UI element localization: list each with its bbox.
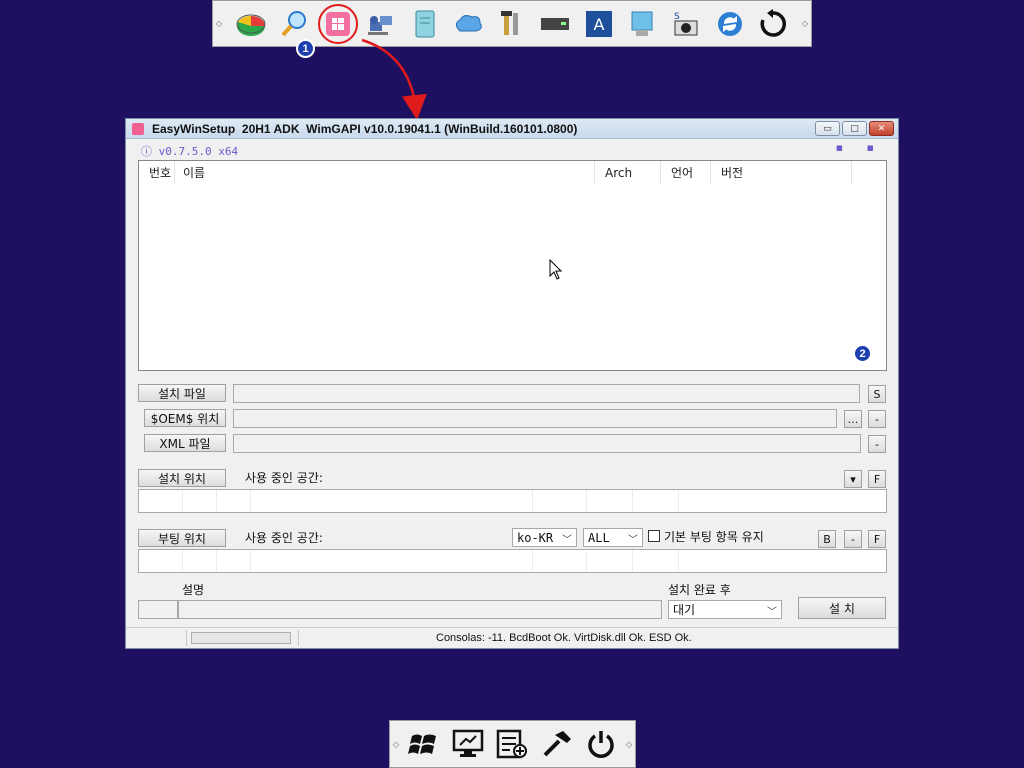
easywinsetup-window: EasyWinSetup 20H1 ADK WimGAPI v10.0.1904… <box>125 118 899 649</box>
chevron-down-icon: ﹀ <box>562 535 572 546</box>
window-title: EasyWinSetup 20H1 ADK WimGAPI v10.0.1904… <box>152 121 578 136</box>
status-bar: Consolas: -11. BcdBoot Ok. VirtDisk.dll … <box>126 627 898 648</box>
close-button[interactable]: ✕ <box>869 121 894 136</box>
col-version[interactable]: 버전 <box>711 161 852 184</box>
task-list-icon[interactable] <box>495 727 529 761</box>
all-select[interactable]: ALL ﹀ <box>583 528 643 547</box>
install-partition-grid[interactable] <box>138 489 887 513</box>
chevron-down-icon: ﹀ <box>767 607 777 618</box>
language-select[interactable]: ko-KR ﹀ <box>512 528 577 547</box>
col-arch[interactable]: Arch <box>595 161 661 184</box>
window-titlebar[interactable]: EasyWinSetup 20H1 ADK WimGAPI v10.0.1904… <box>126 119 898 139</box>
list-header: 번호 이름 Arch 언어 버전 <box>139 161 886 185</box>
install-button[interactable]: 설 치 <box>798 597 886 619</box>
maximize-button[interactable]: □ <box>842 121 867 136</box>
annotation-marker-2: 2 <box>853 344 872 363</box>
toolbar-grip-left[interactable]: ◇ <box>390 721 402 767</box>
install-location-f-button[interactable]: F <box>868 470 886 488</box>
boot-used-space-label: 사용 중인 공간: <box>245 531 323 545</box>
s-button[interactable]: S <box>868 385 886 403</box>
oem-remove-button[interactable]: - <box>868 410 886 428</box>
chevron-down-icon: ﹀ <box>628 535 638 546</box>
boot-b-button[interactable]: B <box>818 530 836 548</box>
progress-bar <box>191 632 291 644</box>
mouse-cursor-icon <box>549 259 563 280</box>
install-used-space-label: 사용 중인 공간: <box>245 471 323 485</box>
hammer-icon[interactable] <box>540 727 574 761</box>
oem-browse-button[interactable]: ... <box>844 410 862 428</box>
install-location-button[interactable]: 설치 위치 <box>138 469 226 487</box>
oem-location-field[interactable] <box>233 409 837 428</box>
boot-f-button[interactable]: F <box>868 530 886 548</box>
computer-icon[interactable] <box>451 727 485 761</box>
power-icon[interactable] <box>584 727 618 761</box>
description-prefix-field <box>138 600 178 619</box>
status-text: Consolas: -11. BcdBoot Ok. VirtDisk.dll … <box>436 632 692 644</box>
boot-partition-grid[interactable] <box>138 549 887 573</box>
status-separator <box>186 630 187 646</box>
col-name[interactable]: 이름 <box>175 161 595 184</box>
description-field[interactable] <box>178 600 662 619</box>
image-list[interactable]: 번호 이름 Arch 언어 버전 <box>138 160 887 371</box>
corner-dots[interactable]: ▪ ▪ <box>836 141 884 154</box>
install-location-dropdown[interactable]: ▾ <box>844 470 862 488</box>
minimize-button[interactable]: ▭ <box>815 121 840 136</box>
xml-remove-button[interactable]: - <box>868 435 886 453</box>
version-label: ⓘ v0.7.5.0 x64 <box>141 145 239 158</box>
xml-file-button[interactable]: XML 파일 <box>144 434 226 452</box>
after-install-select[interactable]: 대기 ﹀ <box>668 600 782 619</box>
windows-flag-icon[interactable] <box>407 727 441 761</box>
toolbar-grip-right[interactable]: ◇ <box>623 721 635 767</box>
after-install-label: 설치 완료 후 <box>668 583 731 597</box>
col-language[interactable]: 언어 <box>661 161 711 184</box>
keep-default-boot-label: 기본 부팅 항목 유지 <box>664 530 764 544</box>
install-file-field[interactable] <box>233 384 860 403</box>
oem-location-button[interactable]: $OEM$ 위치 <box>144 409 226 427</box>
xml-file-field[interactable] <box>233 434 861 453</box>
after-install-value: 대기 <box>673 603 696 617</box>
status-separator <box>298 630 299 646</box>
app-icon <box>132 122 144 135</box>
bottom-toolbar: ◇ ◇ <box>389 720 636 768</box>
install-file-button[interactable]: 설치 파일 <box>138 384 226 402</box>
col-number[interactable]: 번호 <box>139 161 175 184</box>
language-select-value: ko-KR <box>517 530 554 545</box>
all-select-value: ALL <box>588 530 610 545</box>
boot-location-button[interactable]: 부팅 위치 <box>138 529 226 547</box>
description-label: 설명 <box>182 583 205 597</box>
keep-default-boot-checkbox[interactable] <box>648 530 660 542</box>
boot-remove-button[interactable]: - <box>844 530 862 548</box>
